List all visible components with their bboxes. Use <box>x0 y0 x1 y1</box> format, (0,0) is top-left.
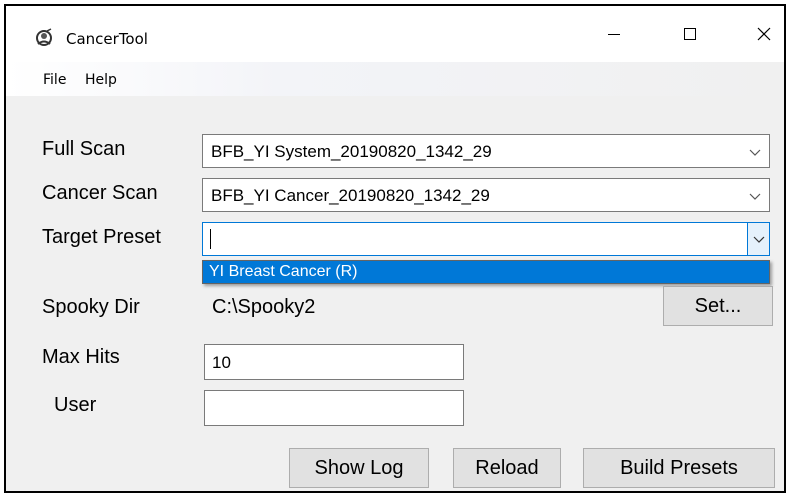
close-button[interactable] <box>742 14 784 54</box>
cancer-scan-label: Cancer Scan <box>42 182 158 204</box>
full-scan-label: Full Scan <box>42 138 126 160</box>
chevron-down-icon <box>749 193 761 200</box>
set-dir-button[interactable]: Set... <box>663 286 773 326</box>
max-hits-label: Max Hits <box>42 346 120 368</box>
minimize-button[interactable] <box>592 14 636 54</box>
spooky-dir-label: Spooky Dir <box>42 296 140 318</box>
max-hits-input[interactable]: 10 <box>204 344 464 380</box>
text-caret <box>210 229 211 249</box>
reload-button[interactable]: Reload <box>453 448 561 488</box>
cancer-scan-value: BFB_YI Cancer_20190820_1342_29 <box>211 186 490 205</box>
close-icon <box>757 27 771 41</box>
user-label: User <box>54 394 97 416</box>
max-hits-value: 10 <box>212 353 231 372</box>
target-preset-label: Target Preset <box>42 226 161 248</box>
app-window: CancerTool File Help Full Scan BFB_YI Sy… <box>4 4 786 493</box>
minimize-icon <box>608 34 620 35</box>
full-scan-value: BFB_YI System_20190820_1342_29 <box>211 142 492 161</box>
menu-help[interactable]: Help <box>85 72 117 88</box>
dropdown-option[interactable]: YI Breast Cancer (R) <box>203 261 769 283</box>
menu-file[interactable]: File <box>43 72 66 88</box>
chevron-down-icon <box>749 149 761 156</box>
cancer-scan-combobox[interactable]: BFB_YI Cancer_20190820_1342_29 <box>202 178 770 212</box>
target-preset-dropdown-button[interactable] <box>747 223 769 255</box>
show-log-button[interactable]: Show Log <box>289 448 429 488</box>
target-preset-combobox[interactable] <box>202 222 770 256</box>
spooky-dir-path: C:\Spooky2 <box>212 296 316 318</box>
user-input[interactable] <box>204 390 464 426</box>
target-preset-dropdown-list: YI Breast Cancer (R) <box>202 260 770 284</box>
menu-bar: File Help <box>6 62 784 96</box>
build-presets-button[interactable]: Build Presets <box>583 448 775 488</box>
chevron-down-icon <box>753 236 764 243</box>
full-scan-combobox[interactable]: BFB_YI System_20190820_1342_29 <box>202 134 770 168</box>
app-icon <box>36 28 52 46</box>
maximize-button[interactable] <box>668 14 712 54</box>
title-bar[interactable]: CancerTool <box>6 6 784 62</box>
maximize-icon <box>684 28 696 40</box>
window-title: CancerTool <box>66 30 148 48</box>
